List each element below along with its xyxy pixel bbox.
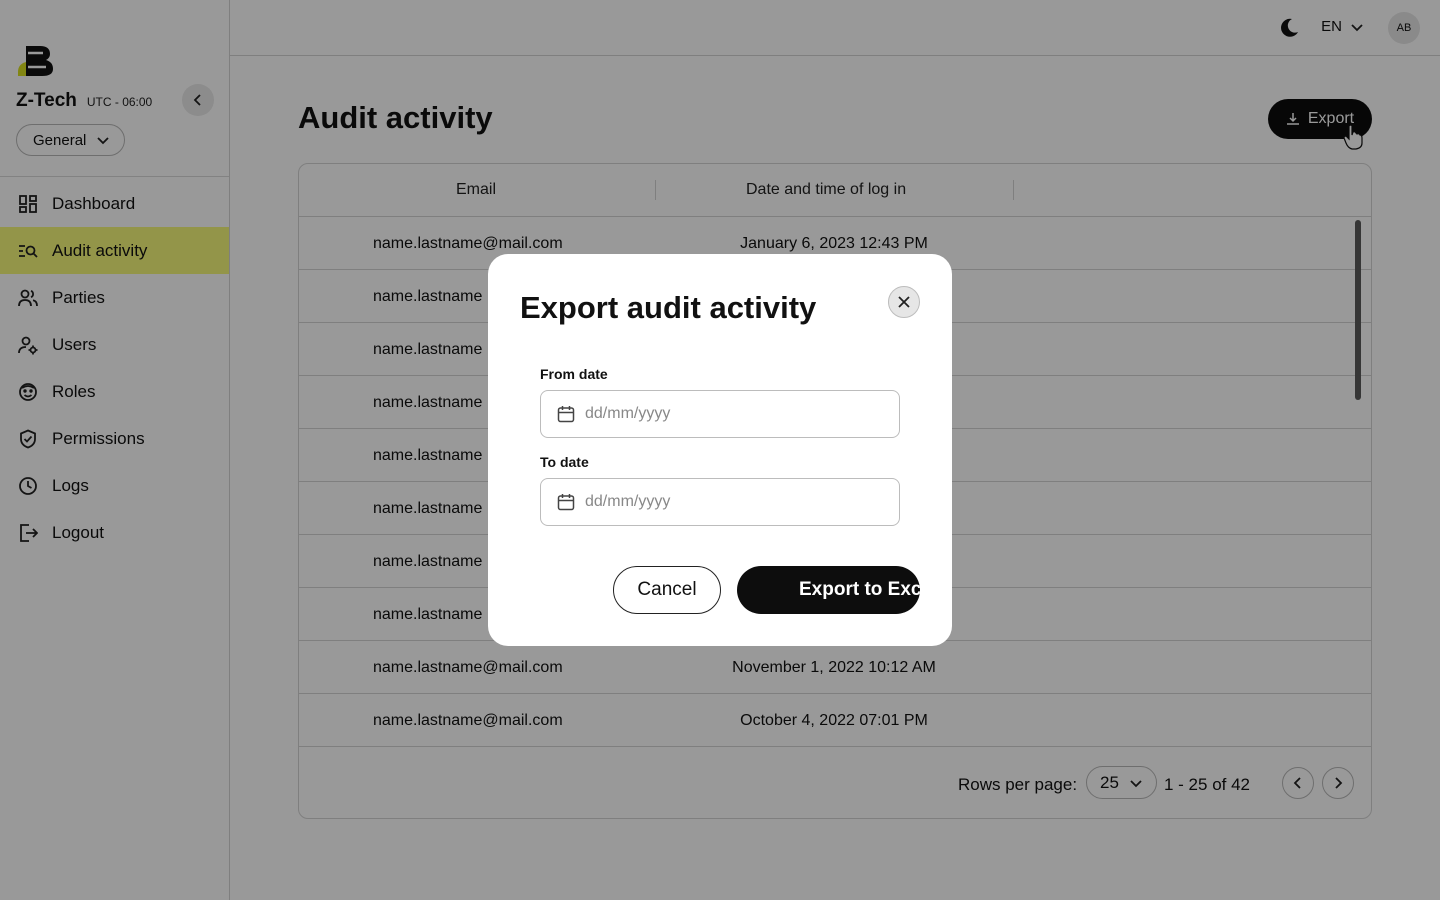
from-date-input[interactable]	[585, 405, 865, 423]
dialog-title: Export audit activity	[520, 290, 817, 325]
close-dialog-button[interactable]	[888, 286, 920, 318]
export-dialog: Export audit activity From date To date …	[488, 254, 952, 646]
calendar-icon	[557, 494, 575, 511]
to-date-field[interactable]	[540, 478, 900, 526]
export-to-excel-button[interactable]: Export to Excel	[737, 566, 920, 614]
cancel-button[interactable]: Cancel	[613, 566, 721, 614]
to-date-input[interactable]	[585, 493, 865, 511]
close-icon	[898, 296, 910, 308]
to-date-label: To date	[540, 454, 589, 470]
from-date-label: From date	[540, 366, 608, 382]
from-date-field[interactable]	[540, 390, 900, 438]
calendar-icon	[557, 406, 575, 423]
